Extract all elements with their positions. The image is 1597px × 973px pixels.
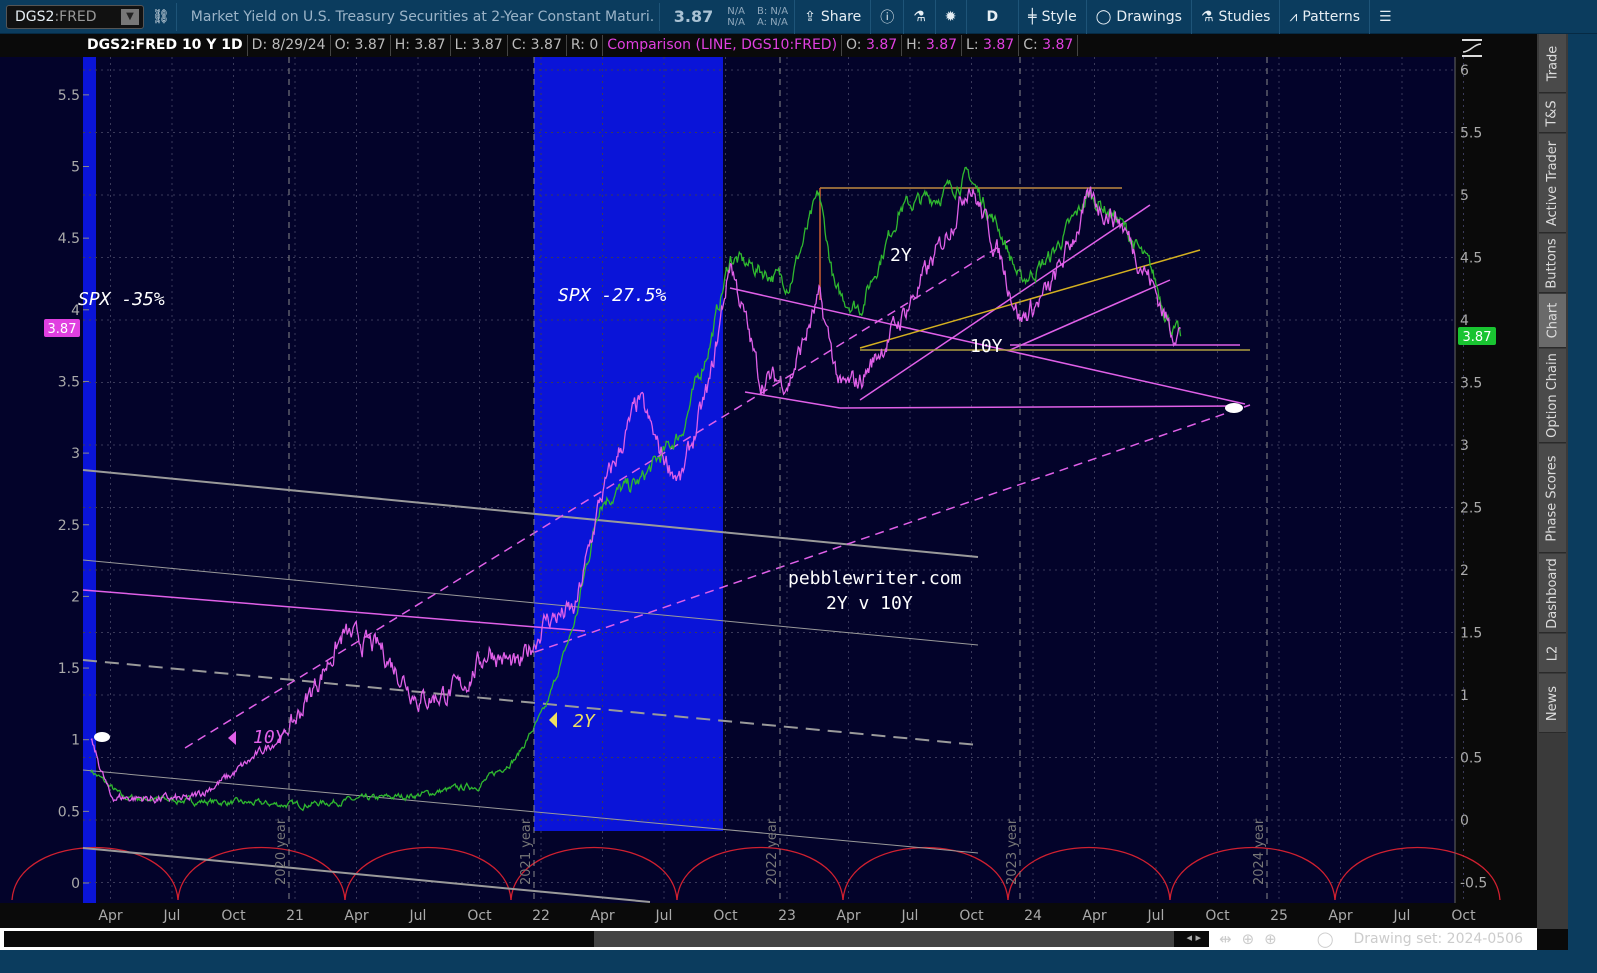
x-tick-label: Apr: [344, 908, 368, 924]
sidebar-tab-t-s[interactable]: T&S: [1539, 94, 1566, 133]
sidebar-tab-dashboard[interactable]: Dashboard: [1539, 554, 1566, 633]
right-tick-label: 6: [1460, 63, 1469, 79]
sidebar-tab-l2[interactable]: L2: [1539, 634, 1566, 673]
window-edge: [1568, 34, 1597, 973]
bottom-bar: [0, 950, 1597, 973]
right-tick-label: 5.5: [1460, 126, 1482, 142]
x-tick-label: Jul: [1393, 908, 1411, 924]
scroll-thumb[interactable]: [594, 931, 1174, 947]
x-tick-label: Jul: [1147, 908, 1165, 924]
x-tick-label: Apr: [1082, 908, 1106, 924]
right-tick-label: 0.5: [1460, 751, 1482, 767]
year-label: 2024 year: [1252, 818, 1267, 885]
right-tick-label: 0: [1460, 813, 1469, 829]
left-tick-label: 3: [71, 446, 80, 462]
sidebar-tab-news[interactable]: News: [1539, 674, 1566, 733]
annotation-2y-top: 2Y: [890, 245, 912, 266]
x-tick-label: Oct: [221, 908, 246, 924]
left-tick-label: 1.5: [58, 661, 80, 677]
x-tick-label: 22: [532, 908, 550, 924]
plot-background: [0, 57, 1455, 903]
ellipse-marker: [94, 732, 110, 742]
shaded-region-2022: [534, 57, 723, 831]
right-tick-label: -0.5: [1460, 876, 1487, 892]
annotation-2y: 2Y: [573, 711, 596, 732]
x-tick-label: Oct: [959, 908, 984, 924]
year-label: 2020 year: [274, 818, 289, 885]
svg-text:3.87: 3.87: [1463, 330, 1492, 345]
zoom-icon[interactable]: ⊕: [1264, 930, 1277, 948]
left-tick-label: 0: [71, 876, 80, 892]
x-tick-label: 25: [1270, 908, 1288, 924]
x-tick-label: Apr: [1328, 908, 1352, 924]
x-tick-label: 21: [286, 908, 304, 924]
horizontal-scrollbar[interactable]: ◂ ▸: [4, 931, 1209, 947]
x-tick-label: Jul: [655, 908, 673, 924]
left-tick-label: 2.5: [58, 518, 80, 534]
sidebar-tab-buttons[interactable]: Buttons: [1539, 234, 1566, 293]
right-sidebar: Trade T&S Active Trader Buttons Chart Option …: [1537, 34, 1568, 929]
right-tick-label: 3: [1460, 438, 1469, 454]
drawing-ellipse-icon[interactable]: ◯: [1317, 930, 1334, 948]
drawing-set-label[interactable]: Drawing set: 2024-0506: [1353, 931, 1523, 947]
price-chart[interactable]: SPX -35% SPX -27.5% 2Y 10Y 10Y 2Y pebble…: [0, 0, 1537, 928]
pan-icon[interactable]: ⇹: [1219, 930, 1232, 948]
year-label: 2022 year: [765, 818, 780, 885]
sidebar-tab-chart[interactable]: Chart: [1539, 294, 1566, 348]
x-tick-label: Oct: [1451, 908, 1476, 924]
site-watermark: pebblewriter.com: [788, 568, 961, 589]
right-tick-label: 1: [1460, 688, 1469, 704]
sidebar-tab-option-chain[interactable]: Option Chain: [1539, 349, 1566, 443]
x-tick-label: Jul: [901, 908, 919, 924]
x-tick-label: Apr: [836, 908, 860, 924]
year-label: 2023 year: [1005, 818, 1020, 885]
left-tick-label: 5.5: [58, 88, 80, 104]
chart-mode-icon[interactable]: [1462, 39, 1482, 57]
right-tick-label: 1.5: [1460, 626, 1482, 642]
scrollbar-row: ◂ ▸ ⇹ ⊕ ⊕ ◯ Drawing set: 2024-0506: [0, 928, 1537, 950]
right-tick-label: 4: [1460, 313, 1469, 329]
left-tick-label: 0.5: [58, 804, 80, 820]
x-tick-label: Apr: [98, 908, 122, 924]
svg-text:3.87: 3.87: [48, 322, 77, 337]
x-tick-label: Jul: [163, 908, 181, 924]
sidebar-tab-active-trader[interactable]: Active Trader: [1539, 134, 1566, 233]
year-label: 2021 year: [519, 818, 534, 885]
shaded-region-2020: [83, 57, 96, 903]
left-tick-label: 3.5: [58, 374, 80, 390]
left-tick-label: 4.5: [58, 231, 80, 247]
x-tick-label: Jul: [409, 908, 427, 924]
scroll-arrows-icon[interactable]: ◂ ▸: [1186, 931, 1201, 944]
crosshair-icon[interactable]: ⊕: [1242, 930, 1255, 948]
right-tick-label: 2: [1460, 563, 1469, 579]
x-tick-label: 23: [778, 908, 796, 924]
left-tick-label: 1: [71, 733, 80, 749]
sidebar-tab-phase-scores[interactable]: Phase Scores: [1539, 444, 1566, 553]
annotation-10y: 10Y: [253, 727, 287, 748]
annotation-10y-top: 10Y: [970, 336, 1003, 357]
annotation-spx-35: SPX -35%: [78, 289, 165, 310]
sidebar-tab-trade[interactable]: Trade: [1539, 34, 1566, 93]
annotation-spx-27: SPX -27.5%: [558, 285, 667, 306]
right-tick-label: 5: [1460, 188, 1469, 204]
ellipse-marker: [1225, 403, 1243, 413]
chart-subtitle: 2Y v 10Y: [826, 593, 913, 614]
left-tick-label: 4: [71, 303, 80, 319]
right-tick-label: 2.5: [1460, 501, 1482, 517]
left-tick-label: 5: [71, 160, 80, 176]
x-tick-label: Oct: [713, 908, 738, 924]
right-price-badge: 3.87: [1458, 327, 1496, 345]
left-price-badge: 3.87: [44, 319, 80, 337]
x-tick-label: Oct: [467, 908, 492, 924]
x-tick-label: Apr: [590, 908, 614, 924]
left-tick-label: 2: [71, 589, 80, 605]
right-tick-label: 4.5: [1460, 251, 1482, 267]
x-tick-label: Oct: [1205, 908, 1230, 924]
right-tick-label: 3.5: [1460, 376, 1482, 392]
x-tick-label: 24: [1024, 908, 1042, 924]
